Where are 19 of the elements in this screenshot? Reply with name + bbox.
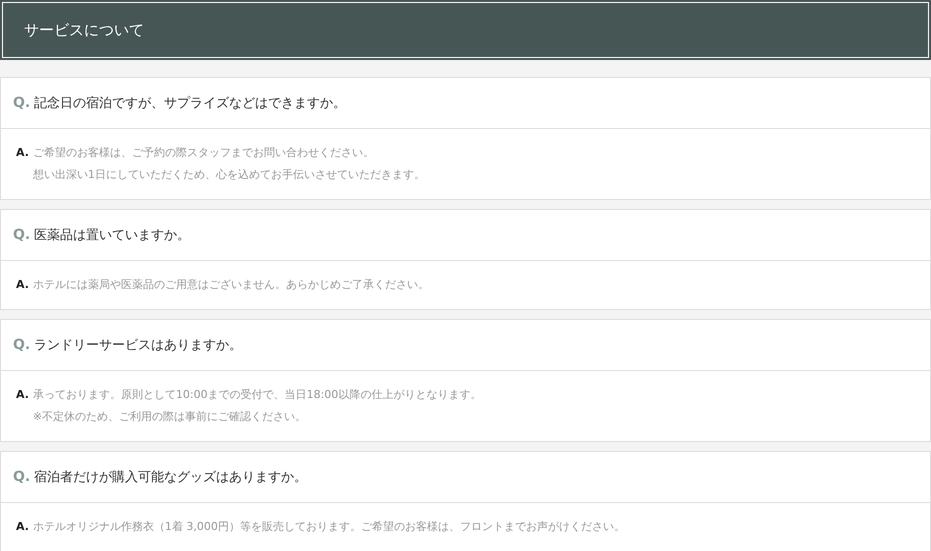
answer-text: ※不定休のため、ご利用の際は事前にご確認ください。 (32, 409, 308, 425)
answer-mark-label: A. (16, 145, 29, 161)
answer-text: 想い出深い1日にしていただくため、心を込めてお手伝いさせていただきます。 (32, 167, 425, 183)
answer-mark-label: A. (16, 519, 29, 535)
answer-text: ご希望のお客様は、ご予約の際スタッフまでお問い合わせください。 (32, 145, 375, 161)
answer-mark-label: A. (16, 277, 29, 293)
question-mark-label: Q. (13, 95, 30, 111)
answer-text: 承っております。原則として10:00までの受付で、当日18:00以降の仕上がりとなります。 (32, 387, 482, 403)
question-text: 宿泊者だけが購入可能なグッズはありますか。 (34, 469, 308, 486)
answer-text: ホテルには薬局や医薬品のご用意はございません。あらかじめご了承ください。 (32, 277, 429, 293)
question-mark-label: Q. (13, 337, 30, 353)
question-mark-label: Q. (13, 469, 30, 485)
question-text: 医薬品は置いていますか。 (34, 227, 190, 244)
question-text: 記念日の宿泊ですが、サプライズなどはできますか。 (34, 95, 346, 112)
answer-mark-label: A. (16, 387, 29, 403)
answer-text: ホテルオリジナル作務衣（1着 3,000円）等を販売しております。ご希望のお客様は、フロントまでお声がけください。 (32, 519, 625, 535)
question-text: ランドリーサービスはありますか。 (34, 337, 242, 354)
section-title: サービスについて (24, 20, 144, 40)
question-mark-label: Q. (13, 227, 30, 243)
